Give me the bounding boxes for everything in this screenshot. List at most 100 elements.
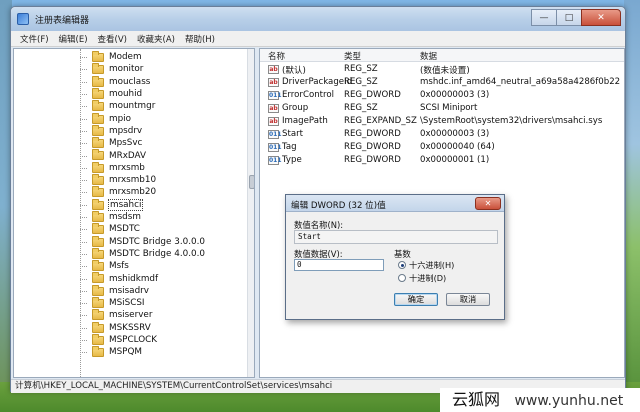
value-row[interactable]: ab ImagePath REG_EXPAND_SZ \SystemRoot\syst… [260,115,624,128]
tree-item-label[interactable]: MSKSSRV [109,323,151,333]
tree-connector [80,253,87,255]
tree-item[interactable]: mouhid [14,87,244,100]
menu-favorites[interactable]: 收藏夹(A) [132,33,180,45]
folder-icon [92,51,104,62]
tree-item-label[interactable]: msisadrv [109,286,149,296]
tree-item-label[interactable]: MSDTC [109,224,140,234]
tree-item[interactable]: monitor [14,63,244,75]
maximize-button[interactable]: □ [556,9,582,26]
tree-item-label[interactable]: mrxsmb20 [109,187,156,197]
tree-item-label[interactable]: MSDTC Bridge 4.0.0.0 [109,249,205,259]
dec-radio-option[interactable]: 十进制(D) [398,272,446,284]
tree-item[interactable]: MRxDAV [14,149,244,161]
tree-connector [80,204,87,206]
tree-item[interactable]: mshidkmdf [14,272,244,284]
tree-item[interactable]: MSiSCSI [14,297,244,309]
tree-item[interactable]: mountmgr [14,100,244,112]
tree-item[interactable]: MSDTC [14,223,244,235]
tree-item-label[interactable]: msdsm [109,212,141,222]
tree-item[interactable]: mrxsmb10 [14,174,244,186]
menu-help[interactable]: 帮助(H) [180,33,220,45]
close-button[interactable]: ✕ [581,9,621,26]
tree-item-label[interactable]: Msfs [109,261,129,271]
tree-item[interactable]: MSPCLOCK [14,333,244,346]
ok-button[interactable]: 确定 [394,293,438,306]
tree-item[interactable]: MSPQM [14,346,244,358]
tree-item[interactable]: mrxsmb [14,161,244,174]
tree-item[interactable]: msdsm [14,210,244,223]
tree-item-label[interactable]: MSPCLOCK [109,335,157,345]
tree-item-label[interactable]: Modem [109,52,142,62]
binary-value-icon: 011 [268,156,282,165]
hex-radio-option[interactable]: 十六进制(H) [398,259,454,271]
menu-view[interactable]: 查看(V) [93,33,132,45]
tree-item-label[interactable]: MpsSvc [109,138,142,148]
tree-item[interactable]: MSDTC Bridge 4.0.0.0 [14,247,244,260]
tree-item-label[interactable]: mouhid [109,89,142,99]
tree-item-label[interactable]: MSiSCSI [109,298,145,308]
value-row[interactable]: 011 Start REG_DWORD 0x00000003 (3) [260,128,624,141]
tree-item-label[interactable]: mrxsmb [109,163,145,173]
tree-vertical-scrollbar[interactable] [247,49,254,377]
column-header-type[interactable]: 类型 [344,50,361,62]
value-name: Type [282,155,302,165]
folder-icon [92,112,104,124]
hex-radio-button[interactable] [398,261,406,269]
folder-icon [92,174,104,185]
tree-item[interactable]: Modem [14,51,244,63]
folder-icon [92,333,104,345]
tree-item-label[interactable]: mshidkmdf [109,274,158,284]
tree-item-label[interactable]: mouclass [109,77,150,87]
tree-item[interactable]: MSKSSRV [14,321,244,334]
folder-icon [92,346,104,358]
tree-item-label[interactable]: mrxsmb10 [109,175,156,185]
value-row[interactable]: 011 Tag REG_DWORD 0x00000040 (64) [260,141,624,154]
value-data: (数值未设置) [420,66,470,76]
tree-item-label[interactable]: mpsdrv [109,126,142,136]
tree-connector [80,106,87,108]
folder-icon [92,247,104,259]
value-row[interactable]: ab DriverPackageId REG_SZ mshdc.inf_amd64_n… [260,76,624,89]
tree-item-label[interactable]: MSPQM [109,347,142,357]
tree-item-label[interactable]: MRxDAV [109,151,146,161]
dialog-close-button[interactable]: ✕ [475,197,501,210]
tree-item-label[interactable]: msiserver [109,310,152,320]
dialog-title-bar[interactable]: 编辑 DWORD (32 位)值 ✕ [286,195,504,212]
tree-item[interactable]: mpsdrv [14,124,244,137]
menu-file[interactable]: 文件(F) [15,33,54,45]
title-bar[interactable]: 注册表编辑器 — □ ✕ [11,7,625,31]
tree-item[interactable]: mrxsmb20 [14,186,244,198]
value-row[interactable]: ab (默认) REG_SZ (数值未设置) [260,63,624,76]
registry-key-tree[interactable]: Modem monitor mouclass mouhid mountmgr mpio mp… [13,48,255,378]
tree-item[interactable]: mouclass [14,75,244,88]
tree-item[interactable]: msisadrv [14,284,244,297]
value-data-input[interactable]: 0 [294,259,384,271]
value-type: REG_DWORD [344,90,401,100]
folder-icon [92,63,104,75]
minimize-button[interactable]: — [531,9,557,26]
column-header-data[interactable]: 数据 [420,50,437,62]
tree-item[interactable]: MpsSvc [14,137,244,149]
value-type: REG_DWORD [344,155,401,165]
value-row[interactable]: ab Group REG_SZ SCSI Miniport [260,102,624,115]
tree-item-label[interactable]: MSDTC Bridge 3.0.0.0 [109,237,205,247]
value-row[interactable]: 011 Type REG_DWORD 0x00000001 (1) [260,154,624,167]
hex-radio-label[interactable]: 十六进制(H) [409,259,454,271]
value-row[interactable]: 011 ErrorControl REG_DWORD 0x00000003 (3) [260,89,624,102]
tree-item[interactable]: MSDTC Bridge 3.0.0.0 [14,235,244,248]
column-header-name[interactable]: 名称 [268,50,285,62]
tree-item[interactable]: msiserver [14,309,244,321]
tree-item-label[interactable]: monitor [109,64,143,74]
tree-item[interactable]: mpio [14,112,244,125]
tree-item[interactable]: Msfs [14,260,244,272]
tree-item-label[interactable]: mpio [109,114,131,124]
dec-radio-button[interactable] [398,274,406,282]
menu-edit[interactable]: 编辑(E) [54,33,93,45]
tree-item-label[interactable]: msahci [107,198,144,211]
cancel-button[interactable]: 取消 [446,293,490,306]
tree-connector [80,278,87,280]
dec-radio-label[interactable]: 十进制(D) [409,272,446,284]
tree-item-label[interactable]: mountmgr [109,101,155,111]
tree-item[interactable]: msahci [14,198,244,211]
watermark-brand: 云狐网 [452,390,501,409]
